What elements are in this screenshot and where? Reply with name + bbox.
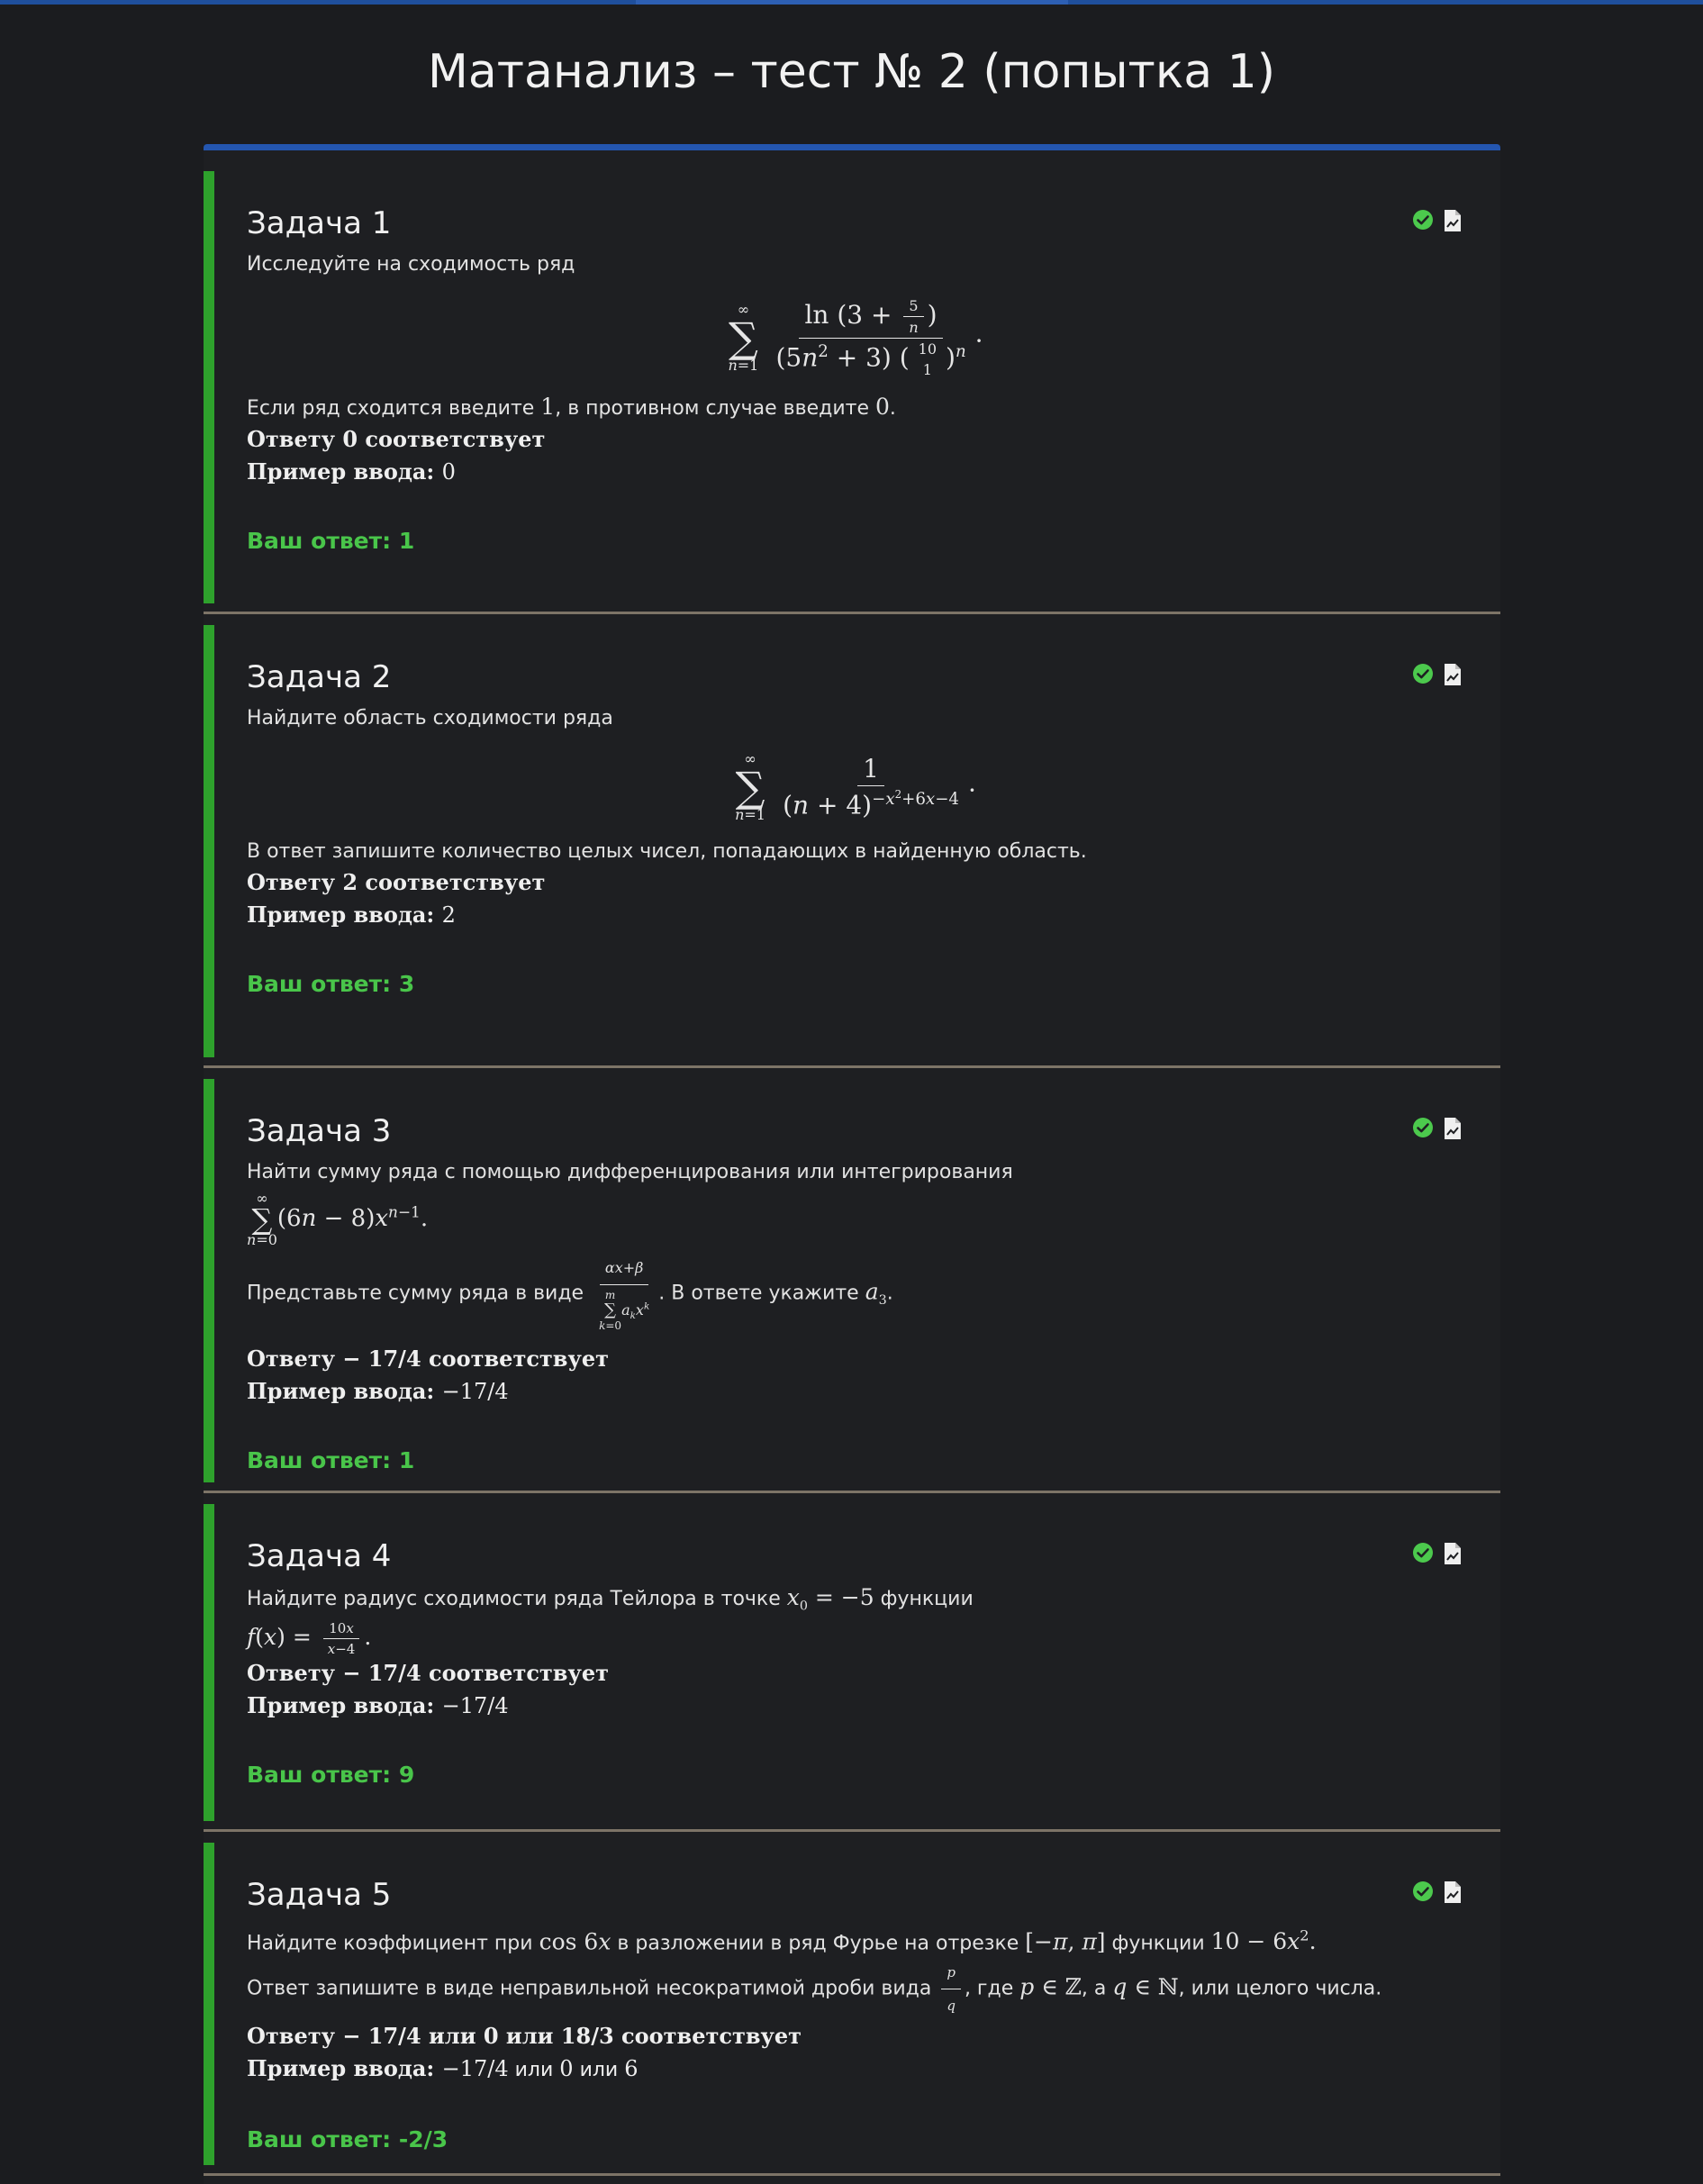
example-input-line: Пример ввода: −17/4	[247, 1692, 509, 1719]
correct-answer-line: Ответу − 17/4 соответствует	[247, 1660, 609, 1687]
task-prompt: Исследуйте на сходимость ряд	[247, 253, 575, 276]
task-title: Задача 5	[247, 1877, 392, 1913]
task-instruction: Представьте сумму ряда в виде αx+β m ∑ k=0 a…	[247, 1254, 1464, 1334]
task-title: Задача 1	[247, 205, 392, 241]
task-title: Задача 2	[247, 659, 392, 695]
task-status-accent	[204, 625, 214, 1057]
example-input-line: Пример ввода: −17/4	[247, 1378, 509, 1404]
top-strip-segment	[636, 0, 1068, 5]
task-instruction: В ответ запишите количество целых чисел,…	[247, 840, 1087, 863]
task-status-accent	[204, 1843, 214, 2165]
task-status-accent	[204, 171, 214, 603]
task-card-3: Задача 3 Найти сумму ряда с помощью дифф…	[204, 1079, 1500, 1493]
task-title: Задача 4	[247, 1538, 392, 1574]
correct-answer-line: Ответу − 17/4 соответствует	[247, 1346, 609, 1372]
series-formula: ∞ ∑ n=1 ln (3 + 5 n) (5n2 + 3) (10 1)n .	[728, 297, 983, 378]
task-card-1: Задача 1 Исследуйте на сходимость ряд ∞ ∑…	[204, 171, 1500, 614]
your-answer: Ваш ответ: -2/3	[247, 2126, 448, 2153]
task-divider	[204, 1491, 1500, 1493]
task-divider	[204, 2173, 1500, 2176]
task-card-5: Задача 5 Найдите коэффициент при cos 6x …	[204, 1843, 1500, 2176]
correct-answer-line: Ответу 2 соответствует	[247, 869, 546, 895]
correct-answer-line: Ответу − 17/4 или 0 или 18/3 соответству…	[247, 2023, 802, 2050]
series-formula: ∞ ∑ n=0 (6n − 8)xn−1.	[247, 1190, 429, 1248]
task-divider	[204, 1065, 1500, 1068]
correct-answer-line: Ответу 0 соответствует	[247, 426, 546, 452]
task-prompt: Найдите коэффициент при cos 6x в разложе…	[247, 1927, 1317, 1955]
task-prompt: Найдите радиус сходимости ряда Тейлора в…	[247, 1584, 974, 1614]
example-input-line: Пример ввода: −17/4 или 0 или 6	[247, 2055, 639, 2082]
top-progress-strip	[0, 0, 1703, 5]
test-container: Задача 1 Исследуйте на сходимость ряд ∞ ∑…	[204, 144, 1500, 2184]
your-answer: Ваш ответ: 1	[247, 1447, 415, 1473]
task-divider	[204, 612, 1500, 614]
series-formula: ∞ ∑ n=1 1 (n + 4)−x2+6x−4 .	[735, 750, 976, 823]
task-prompt: Найдите область сходимости ряда	[247, 707, 613, 730]
task-status-accent	[204, 1504, 214, 1821]
example-input-line: Пример ввода: 0	[247, 458, 456, 485]
task-prompt: Найти сумму ряда с помощью дифференциров…	[247, 1161, 1013, 1183]
task-status-accent	[204, 1079, 214, 1482]
task-title: Задача 3	[247, 1113, 392, 1149]
task-instruction: Если ряд сходится введите 1, в противном…	[247, 394, 896, 420]
page-title: Матанализ – тест № 2 (попытка 1)	[427, 45, 1276, 99]
task-instruction: Ответ запишите в виде неправильной несок…	[247, 1958, 1464, 2020]
task-divider	[204, 1829, 1500, 1832]
task-card-4: Задача 4 Найдите радиус сходимости ряда …	[204, 1504, 1500, 1832]
container-top-border	[204, 144, 1500, 150]
your-answer: Ваш ответ: 9	[247, 1762, 415, 1789]
your-answer: Ваш ответ: 3	[247, 971, 415, 997]
example-input-line: Пример ввода: 2	[247, 902, 456, 928]
task-card-2: Задача 2 Найдите область сходимости ряда…	[204, 625, 1500, 1068]
your-answer: Ваш ответ: 1	[247, 528, 415, 554]
function-formula: f(x) = 10x x−4.	[247, 1620, 372, 1658]
